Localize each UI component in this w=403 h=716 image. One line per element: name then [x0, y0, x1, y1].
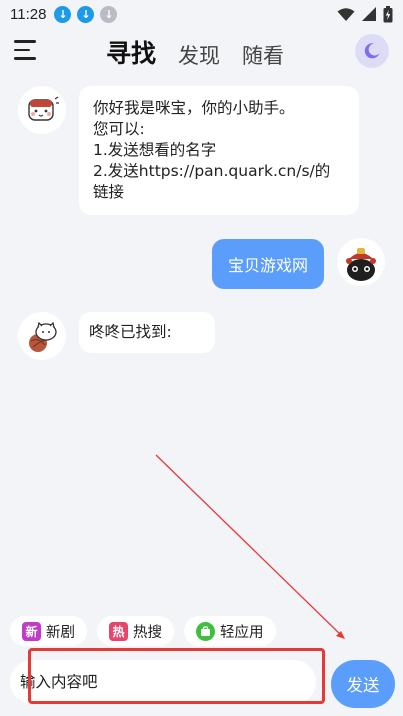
app-badge-icon [196, 621, 215, 641]
user-message-text: 宝贝游戏网 [228, 256, 309, 275]
bot-avatar [18, 86, 66, 134]
message-line: 2.发送https://pan.quark.cn/s/的 [93, 162, 331, 180]
message-input[interactable] [10, 660, 316, 704]
tab-watch[interactable]: 随看 [242, 40, 284, 72]
moon-icon [364, 43, 380, 59]
message-row [18, 86, 66, 134]
bot-message-bubble: 你好我是咪宝，你的小助手。 您可以: 1.发送想看的名字 2.发送https:/… [79, 86, 359, 215]
message-line: 链接 [93, 183, 125, 201]
tab-search[interactable]: 寻找 [106, 34, 156, 72]
chip-hot-search[interactable]: 热 热搜 [97, 616, 174, 646]
download-icon: ↓ [100, 5, 118, 23]
message-line: 你好我是咪宝，你的小助手。 [93, 99, 295, 117]
app-header: 寻找 发现 随看 [0, 30, 403, 76]
download-icon: ↓ [77, 5, 95, 23]
tab-bar: 寻找 发现 随看 [106, 34, 284, 72]
new-badge-icon: 新 [22, 621, 41, 641]
chip-label: 新剧 [46, 624, 75, 641]
message-text: 咚咚已找到: [89, 323, 172, 341]
theme-toggle-button[interactable] [355, 34, 389, 68]
user-message-bubble: 宝贝游戏网 [212, 239, 325, 289]
bot-message-bubble: 咚咚已找到: [79, 312, 215, 353]
message-line: 1.发送想看的名字 [93, 141, 217, 159]
hot-badge-icon: 热 [109, 621, 128, 641]
chip-light-apps[interactable]: 轻应用 [184, 616, 276, 646]
tab-discover[interactable]: 发现 [178, 40, 220, 72]
download-icon: ↓ [54, 5, 72, 23]
message-line: 您可以: [93, 120, 145, 138]
wifi-icon [337, 7, 355, 21]
status-indicators [337, 5, 393, 23]
chip-label: 热搜 [133, 624, 162, 641]
status-bar: 11:28 ↓ ↓ ↓ [0, 0, 403, 28]
status-time: 11:28 [10, 5, 47, 23]
chip-label: 轻应用 [220, 624, 264, 641]
cell-signal-icon [362, 6, 376, 21]
send-button[interactable]: 发送 [331, 660, 395, 708]
battery-icon [383, 5, 393, 22]
message-input-container [10, 660, 316, 704]
user-avatar [337, 238, 385, 286]
quick-chips: 新 新剧 热 热搜 轻应用 [10, 616, 276, 646]
menu-icon[interactable] [14, 40, 38, 60]
chip-new-drama[interactable]: 新 新剧 [10, 616, 87, 646]
bot-avatar [18, 312, 66, 360]
